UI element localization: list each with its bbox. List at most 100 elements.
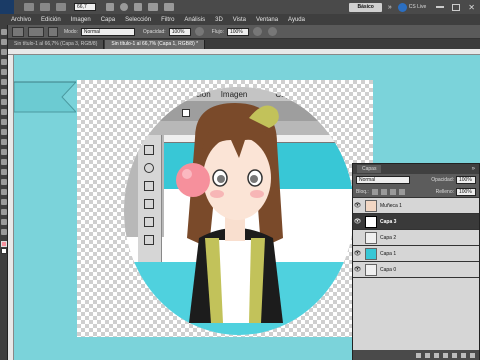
layers-blend-row: Normal Opacidad: 100% — [353, 174, 479, 186]
rotate-view-icon[interactable] — [134, 3, 142, 11]
layers-tab[interactable]: Capas — [357, 165, 382, 173]
lock-position-icon[interactable] — [389, 188, 396, 195]
layer-row-capa-2[interactable]: Capa 2 — [353, 230, 479, 246]
brush-preset-icon[interactable] — [12, 26, 24, 37]
layer-row-capa-1[interactable]: 👁 Capa 1 — [353, 246, 479, 262]
minibridge-icon[interactable] — [40, 3, 50, 11]
bridge-icon[interactable] — [24, 3, 34, 11]
delete-layer-icon[interactable] — [470, 352, 475, 358]
top-application-bar: 66,7 Básico » CS Live ✕ — [0, 0, 480, 14]
blur-tool-icon[interactable] — [1, 149, 7, 155]
document-tab-capa-1[interactable]: Sin título-1 al 66,7% (Capa 1, RGB/8) * — [105, 40, 206, 49]
lock-all-icon[interactable] — [398, 188, 405, 195]
cs-live-button[interactable]: CS Live — [409, 4, 427, 10]
type-tool-icon[interactable] — [1, 179, 7, 185]
opacity-pressure-icon[interactable] — [194, 27, 204, 36]
screen-mode-icon[interactable] — [164, 3, 174, 11]
eye-icon[interactable]: 👁 — [353, 202, 362, 209]
adjustment-layer-icon[interactable] — [443, 352, 448, 358]
guides-icon[interactable] — [56, 3, 66, 11]
healing-tool-icon[interactable] — [1, 89, 7, 95]
foreground-color-swatch[interactable] — [1, 241, 7, 247]
menu-bar: Archivo Edición Imagen Capa Selección Fi… — [0, 14, 480, 25]
eyedropper-tool-icon[interactable] — [1, 79, 7, 85]
3d-rotate-tool-icon[interactable] — [1, 209, 7, 215]
eye-icon[interactable]: 👁 — [353, 250, 362, 257]
layer-thumbnail — [365, 231, 377, 244]
lock-transparency-icon[interactable] — [371, 188, 378, 195]
options-bar: Modo: Normal Opacidad: 100% Flujo: 100% — [0, 25, 480, 39]
menu-archivo[interactable]: Archivo — [6, 17, 36, 23]
gradient-tool-icon[interactable] — [1, 139, 7, 145]
hand-icon[interactable] — [106, 3, 114, 11]
maximize-button[interactable] — [452, 3, 461, 11]
dodge-tool-icon[interactable] — [1, 159, 7, 165]
move-tool-icon[interactable] — [1, 29, 7, 35]
close-button[interactable]: ✕ — [468, 3, 475, 12]
document-tab-bar: Sin título-1 al 66,7% (Capa 3, RGB/8) Si… — [8, 39, 480, 49]
arrange-docs-icon[interactable] — [148, 3, 158, 11]
layer-mask-icon[interactable] — [434, 352, 439, 358]
zoom-tool-icon[interactable] — [1, 229, 7, 235]
menu-analisis[interactable]: Análisis — [179, 17, 210, 23]
mode-select[interactable]: Normal — [80, 27, 135, 36]
menu-capa[interactable]: Capa — [96, 17, 120, 23]
history-brush-tool-icon[interactable] — [1, 119, 7, 125]
lasso-tool-icon[interactable] — [1, 49, 7, 55]
layer-style-icon[interactable] — [425, 352, 430, 358]
layers-lock-row: Bloq.: Relleno: 100% — [353, 186, 479, 198]
doll-illustration — [176, 103, 283, 323]
flow-field[interactable]: 100% — [226, 27, 249, 36]
lock-pixels-icon[interactable] — [380, 188, 387, 195]
layer-opacity-field[interactable]: 100% — [456, 176, 476, 184]
background-color-swatch[interactable] — [1, 248, 7, 254]
size-pressure-icon[interactable] — [267, 27, 277, 36]
menu-imagen[interactable]: Imagen — [66, 17, 96, 23]
minimize-button[interactable] — [436, 6, 445, 8]
pasted-tool-1 — [144, 145, 154, 155]
blend-mode-select[interactable]: Normal — [356, 176, 410, 184]
link-layers-icon[interactable] — [416, 352, 421, 358]
eye-icon[interactable]: 👁 — [353, 218, 362, 225]
menu-ventana[interactable]: Ventana — [251, 17, 283, 23]
brush-size-picker[interactable] — [28, 26, 44, 37]
zoom-icon[interactable] — [120, 3, 128, 11]
marquee-tool-icon[interactable] — [1, 39, 7, 45]
menu-3d[interactable]: 3D — [210, 17, 228, 23]
quick-select-tool-icon[interactable] — [1, 59, 7, 65]
eraser-tool-icon[interactable] — [1, 129, 7, 135]
zoom-field[interactable]: 66,7 — [74, 3, 96, 11]
eye-icon[interactable]: 👁 — [353, 266, 362, 273]
cs-live-icon[interactable] — [397, 2, 407, 12]
clone-stamp-tool-icon[interactable] — [1, 109, 7, 115]
lock-label: Bloq.: — [356, 188, 369, 195]
pasted-tool-5 — [144, 217, 154, 227]
pen-tool-icon[interactable] — [1, 169, 7, 175]
crop-tool-icon[interactable] — [1, 69, 7, 75]
menu-ayuda[interactable]: Ayuda — [283, 17, 310, 23]
pasted-tool-4 — [144, 199, 154, 209]
panel-collapse-icon[interactable]: » — [472, 166, 475, 172]
brush-tool-icon[interactable] — [1, 99, 7, 105]
menu-edicion[interactable]: Edición — [36, 17, 66, 23]
new-group-icon[interactable] — [452, 352, 457, 358]
new-layer-icon[interactable] — [461, 352, 466, 358]
fill-field[interactable]: 100% — [456, 187, 476, 196]
menu-vista[interactable]: Vista — [228, 17, 251, 23]
opacity-field[interactable]: 100% — [168, 27, 191, 36]
layer-row-capa-3[interactable]: 👁 Capa 3 — [353, 214, 479, 230]
path-select-tool-icon[interactable] — [1, 189, 7, 195]
layer-thumbnail — [365, 263, 377, 276]
brush-panel-icon[interactable] — [48, 26, 58, 37]
layer-row-muneca-1[interactable]: 👁 Muñeca 1 — [353, 198, 479, 214]
menu-seleccion[interactable]: Selección — [120, 17, 156, 23]
workspace-switcher[interactable]: Básico — [349, 2, 382, 12]
document-tab-capa-3[interactable]: Sin título-1 al 66,7% (Capa 3, RGB/8) — [8, 40, 105, 49]
airbrush-icon[interactable] — [252, 27, 262, 36]
hand-tool-icon[interactable] — [1, 219, 7, 225]
menu-filtro[interactable]: Filtro — [156, 17, 179, 23]
pasted-tool-3 — [144, 181, 154, 191]
shape-tool-icon[interactable] — [1, 199, 7, 205]
workspace-more-icon[interactable]: » — [388, 4, 392, 11]
layer-row-capa-0[interactable]: 👁 Capa 0 — [353, 262, 479, 278]
